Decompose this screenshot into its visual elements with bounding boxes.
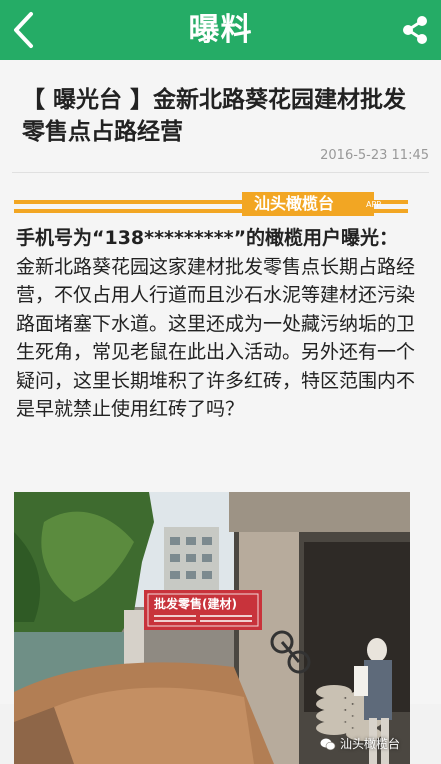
- brand-banner: 汕头橄榄台 APP: [14, 192, 408, 218]
- watermark-text: 汕头橄榄台: [339, 737, 400, 751]
- article-content: 【 曝光台 】金新北路葵花园建材批发零售点占路经营 2016-5-23 11:4…: [0, 60, 441, 764]
- divider: [12, 172, 429, 173]
- article-paragraph: 金新北路葵花园这家建材批发零售点长期占路经营，不仅占用人行道而且沙石水泥等建材还…: [16, 255, 416, 421]
- photo-watermark: 汕头橄榄台: [320, 735, 400, 752]
- street-scene-image: 批发零售(建材): [14, 492, 410, 764]
- page-title: 曝料: [188, 12, 253, 48]
- share-icon: [403, 16, 427, 44]
- article-date: 2016-5-23 11:45: [320, 148, 429, 163]
- banner-brand-name: 汕头橄榄台: [242, 192, 374, 216]
- article-lead: 手机号为“138*********”的橄榄用户曝光：: [16, 227, 399, 249]
- navigation-bar: 曝料: [0, 0, 441, 60]
- wechat-icon: [320, 738, 336, 750]
- article-photo: 批发零售(建材) 汕头橄榄台: [14, 492, 410, 764]
- article-body: 手机号为“138*********”的橄榄用户曝光： 金新北路葵花园这家建材批发…: [16, 224, 416, 424]
- share-button[interactable]: [395, 10, 435, 50]
- banner-app-label: APP: [366, 200, 382, 209]
- article-headline: 【 曝光台 】金新北路葵花园建材批发零售点占路经营: [22, 87, 407, 145]
- shop-sign-text: 批发零售(建材): [154, 596, 237, 611]
